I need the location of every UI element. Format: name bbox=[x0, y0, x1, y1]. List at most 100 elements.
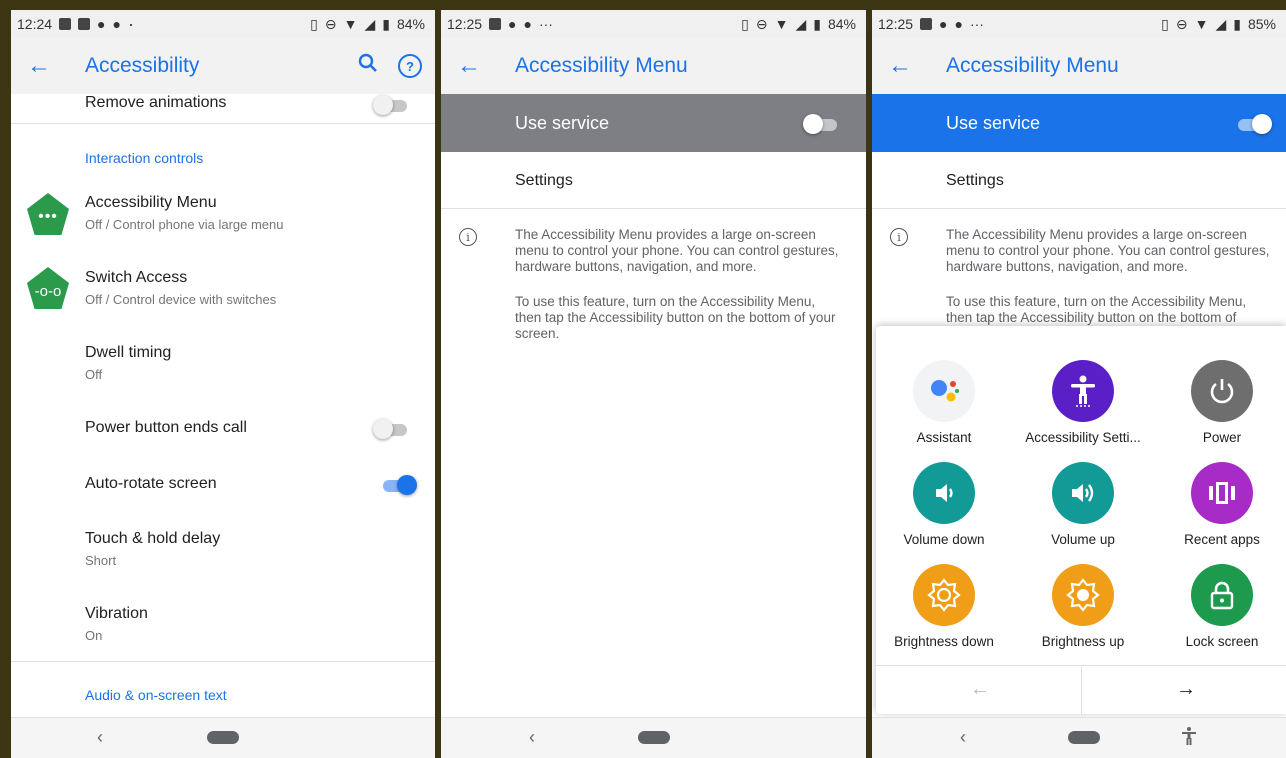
back-arrow-icon[interactable]: ← bbox=[441, 52, 497, 80]
settings-list: Remove animations Interaction controls •… bbox=[11, 94, 435, 718]
accessibility-button-icon[interactable] bbox=[1180, 726, 1198, 751]
lock-icon bbox=[1191, 564, 1253, 626]
battery-percent: 84% bbox=[396, 16, 425, 32]
power-button-ends-call-toggle[interactable] bbox=[373, 418, 409, 439]
divider bbox=[872, 208, 1286, 209]
more-notifications-icon: ··· bbox=[538, 16, 553, 32]
menu-item-accessibility-settings[interactable]: Accessibility Setti... bbox=[1018, 360, 1148, 445]
auto-rotate-label: Auto-rotate screen bbox=[85, 475, 217, 492]
phone-accessibility-settings: 12:24 ● ● · ▯ ⊖ ▼ ◢ ▮ 84% ← Accessibilit… bbox=[11, 10, 435, 758]
signal-icon: ◢ bbox=[795, 15, 807, 32]
info-paragraph-2: To use this feature, turn on the Accessi… bbox=[515, 294, 836, 341]
search-icon[interactable] bbox=[347, 53, 389, 79]
menu-item-volume-up[interactable]: Volume up bbox=[1018, 462, 1148, 547]
help-icon[interactable]: ? bbox=[389, 54, 431, 79]
system-nav-bar: ‹ bbox=[11, 717, 435, 758]
nav-home-pill[interactable] bbox=[207, 731, 239, 744]
menu-item-label: Brightness up bbox=[1041, 634, 1125, 649]
vibrate-icon: ▯ bbox=[741, 15, 749, 32]
back-arrow-icon[interactable]: ← bbox=[872, 52, 928, 80]
app-bar: ← Accessibility Menu bbox=[441, 38, 866, 94]
divider bbox=[441, 208, 866, 209]
menu-item-label: Volume down bbox=[903, 532, 985, 547]
use-service-label: Use service bbox=[946, 112, 1041, 133]
status-bar: 12:25 ● ● ··· ▯ ⊖ ▼ ◢ ▮ 84% bbox=[441, 10, 866, 38]
accessibility-menu-subtitle: Off / Control phone via large menu bbox=[85, 217, 284, 232]
info-icon: i bbox=[459, 228, 477, 246]
status-bar: 12:25 ● ● ··· ▯ ⊖ ▼ ◢ ▮ 85% bbox=[872, 10, 1286, 38]
use-service-bar[interactable]: Use service bbox=[441, 94, 866, 152]
menu-item-label: Volume up bbox=[1051, 532, 1115, 547]
calendar-notification-icon bbox=[920, 18, 933, 30]
calendar-notification-icon bbox=[78, 18, 91, 30]
nav-home-pill[interactable] bbox=[638, 731, 670, 744]
remove-animations-label[interactable]: Remove animations bbox=[85, 94, 226, 112]
menu-item-brightness-down[interactable]: Brightness down bbox=[879, 564, 1009, 649]
menu-item-label: Recent apps bbox=[1184, 532, 1260, 547]
app-notification-icon: ● bbox=[523, 16, 532, 32]
info-paragraph-1: The Accessibility Menu provides a large … bbox=[515, 227, 839, 274]
power-icon bbox=[1191, 360, 1253, 422]
use-service-toggle[interactable] bbox=[803, 113, 839, 134]
page-title: Accessibility Menu bbox=[946, 54, 1119, 77]
phone-accessibility-menu-off: 12:25 ● ● ··· ▯ ⊖ ▼ ◢ ▮ 84% ← Accessibil… bbox=[441, 10, 866, 758]
bulb-notification-icon: ● bbox=[508, 16, 517, 32]
assistant-icon bbox=[913, 360, 975, 422]
use-service-label: Use service bbox=[515, 112, 610, 133]
dnd-icon: ⊖ bbox=[324, 15, 337, 32]
bulb-notification-icon: ● bbox=[97, 16, 106, 32]
accessibility-menu-app-icon: ••• bbox=[27, 193, 69, 235]
menu-item-lock-screen[interactable]: Lock screen bbox=[1157, 564, 1286, 649]
dnd-icon: ⊖ bbox=[755, 15, 768, 32]
menu-item-brightness-up[interactable]: Brightness up bbox=[1018, 564, 1148, 649]
accessibility-menu-title: Accessibility Menu bbox=[85, 194, 217, 211]
nav-back-icon[interactable]: ‹ bbox=[97, 727, 103, 748]
more-notifications-icon: ··· bbox=[969, 16, 984, 32]
info-paragraph-2: To use this feature, turn on the Accessi… bbox=[946, 294, 1247, 325]
battery-icon: ▮ bbox=[1233, 15, 1241, 32]
settings-row[interactable]: Settings bbox=[515, 172, 573, 190]
auto-rotate-toggle[interactable] bbox=[381, 474, 417, 495]
more-notifications-icon: · bbox=[127, 14, 134, 34]
menu-item-recent-apps[interactable]: Recent apps bbox=[1157, 462, 1286, 547]
vibrate-icon: ▯ bbox=[310, 15, 318, 32]
app-bar: ← Accessibility ? bbox=[11, 38, 435, 94]
use-service-bar[interactable]: Use service bbox=[872, 94, 1286, 152]
menu-next-page-icon[interactable]: → bbox=[1176, 678, 1196, 701]
volume-up-icon bbox=[1052, 462, 1114, 524]
image-notification-icon bbox=[59, 18, 72, 30]
use-service-toggle[interactable] bbox=[1236, 113, 1272, 134]
status-time: 12:25 bbox=[878, 16, 914, 32]
dwell-timing-subtitle: Off bbox=[85, 367, 103, 382]
menu-item-volume-down[interactable]: Volume down bbox=[879, 462, 1009, 547]
menu-page-nav: ← → bbox=[876, 665, 1286, 714]
section-audio-onscreen-text: Audio & on-screen text bbox=[85, 687, 227, 703]
battery-icon: ▮ bbox=[813, 15, 821, 32]
dnd-icon: ⊖ bbox=[1175, 15, 1188, 32]
power-button-ends-call-label: Power button ends call bbox=[85, 419, 247, 436]
accessibility-menu-content: Use service Settings i The Accessibility… bbox=[441, 94, 866, 718]
settings-row[interactable]: Settings bbox=[946, 172, 1004, 190]
vibration-subtitle: On bbox=[85, 628, 103, 643]
menu-previous-page-icon[interactable]: ← bbox=[970, 678, 990, 701]
recent-apps-icon bbox=[1191, 462, 1253, 524]
status-time: 12:25 bbox=[447, 16, 483, 32]
remove-animations-toggle[interactable] bbox=[373, 94, 409, 115]
menu-item-assistant[interactable]: Assistant bbox=[879, 360, 1009, 445]
menu-item-label: Brightness down bbox=[894, 634, 994, 649]
nav-home-pill[interactable] bbox=[1068, 731, 1100, 744]
page-title: Accessibility bbox=[85, 54, 200, 77]
battery-percent: 84% bbox=[827, 16, 856, 32]
divider bbox=[11, 123, 435, 124]
menu-item-power[interactable]: Power bbox=[1157, 360, 1286, 445]
brightness-down-icon bbox=[913, 564, 975, 626]
back-arrow-icon[interactable]: ← bbox=[11, 52, 67, 80]
menu-item-label: Lock screen bbox=[1185, 634, 1259, 649]
menu-item-label: Accessibility Setti... bbox=[1025, 430, 1141, 445]
touch-hold-delay-title: Touch & hold delay bbox=[85, 530, 221, 547]
divider bbox=[11, 661, 435, 662]
nav-back-icon[interactable]: ‹ bbox=[960, 727, 966, 748]
page-title: Accessibility Menu bbox=[515, 54, 688, 77]
nav-back-icon[interactable]: ‹ bbox=[529, 727, 535, 748]
divider bbox=[1081, 666, 1082, 714]
